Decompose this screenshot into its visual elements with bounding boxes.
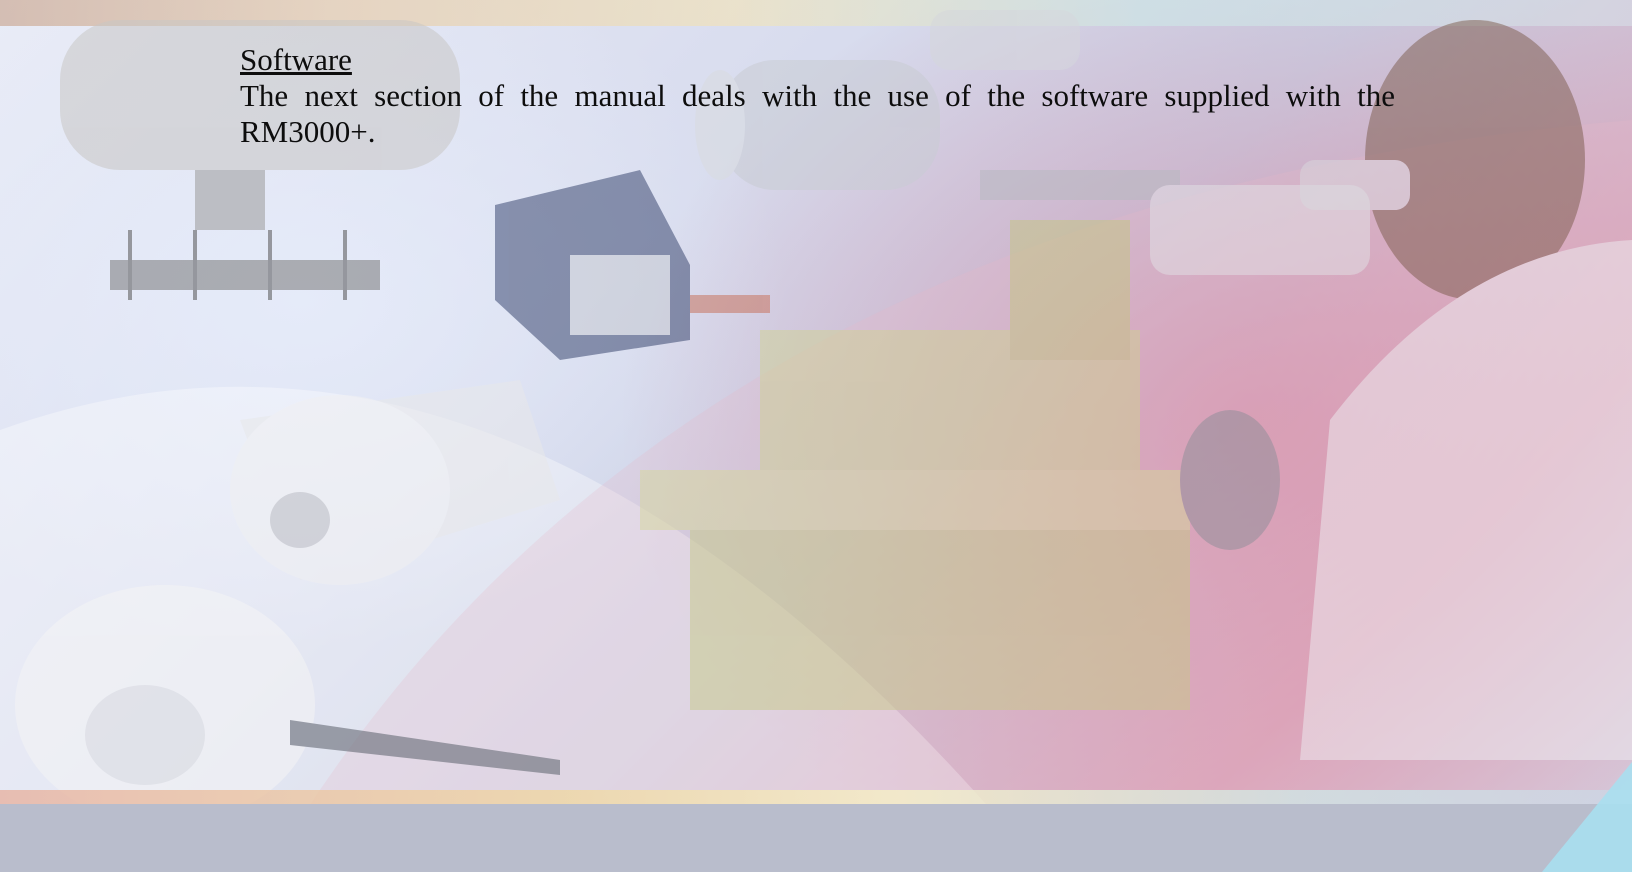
- section-heading: Software: [240, 42, 352, 77]
- probe-box-illustration: [495, 170, 770, 360]
- footer-strip: [0, 804, 1632, 872]
- corner-accent: [1542, 762, 1632, 872]
- text-block: Software The next section of the manual …: [240, 42, 1395, 150]
- manual-page: Software The next section of the manual …: [0, 0, 1632, 872]
- section-body: The next section of the manual deals wit…: [240, 78, 1395, 149]
- bottom-decorative-band: [0, 790, 1632, 804]
